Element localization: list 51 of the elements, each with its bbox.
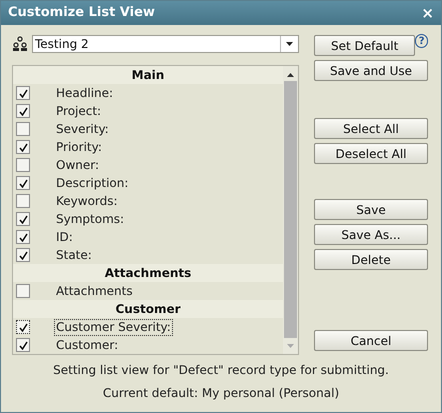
field-label: State: <box>55 246 93 264</box>
field-label: Project: <box>55 102 102 120</box>
scroll-down-icon <box>287 344 294 348</box>
checkbox[interactable] <box>16 212 30 226</box>
current-default-text: Current default: My personal (Personal) <box>102 385 340 402</box>
checkbox[interactable] <box>16 104 30 118</box>
checkbox[interactable] <box>16 176 30 190</box>
scroll-up-icon <box>287 73 294 77</box>
checkbox[interactable] <box>16 140 30 154</box>
action-button[interactable]: Delete <box>314 249 428 270</box>
field-label: Severity: <box>55 120 110 138</box>
set-default-button[interactable]: Set Default <box>314 35 416 56</box>
checkbox[interactable] <box>16 86 30 100</box>
field-label: Owner: <box>55 156 100 174</box>
scroll-thumb[interactable] <box>284 81 297 338</box>
users-icon <box>12 36 28 52</box>
field-label: Symptoms: <box>55 210 126 228</box>
checkbox[interactable] <box>16 194 30 208</box>
checkbox[interactable] <box>16 122 30 136</box>
close-button[interactable]: × <box>421 6 434 20</box>
checkbox[interactable] <box>16 284 30 298</box>
field-label: Customer Severity: <box>54 318 173 336</box>
section-header: Main <box>13 66 283 84</box>
dropdown-caret-icon <box>286 42 293 46</box>
action-button[interactable]: Cancel <box>314 330 428 351</box>
action-button[interactable]: Deselect All <box>314 143 428 164</box>
check-icon <box>18 178 28 188</box>
window-title: Customize List View <box>8 4 155 22</box>
action-button[interactable]: Save <box>314 199 428 220</box>
field-label: Description: <box>55 174 130 192</box>
status-text: Setting list view for "Defect" record type for submitting. <box>52 362 390 379</box>
action-button[interactable]: Select All <box>314 118 428 139</box>
action-button[interactable]: Save As... <box>314 224 428 245</box>
checkbox[interactable] <box>16 248 30 262</box>
field-label: Keywords: <box>55 192 119 210</box>
field-label: Customer: <box>55 336 120 354</box>
section-header: Attachments <box>13 264 283 282</box>
section-header: Customer <box>13 300 283 318</box>
field-label: Priority: <box>55 138 103 156</box>
checkbox[interactable] <box>16 338 30 352</box>
checkbox[interactable] <box>16 320 30 334</box>
field-label: ID: <box>55 228 74 246</box>
help-icon[interactable]: ? <box>415 34 428 48</box>
scrollbar[interactable] <box>283 66 298 354</box>
action-button[interactable]: Save and Use <box>314 60 428 81</box>
check-icon <box>18 142 28 152</box>
checkbox[interactable] <box>16 230 30 244</box>
field-label: Attachments <box>55 282 134 300</box>
view-dropdown[interactable]: Testing 2 <box>32 35 299 53</box>
field-label: Headline: <box>55 84 114 102</box>
checkbox[interactable] <box>16 158 30 172</box>
